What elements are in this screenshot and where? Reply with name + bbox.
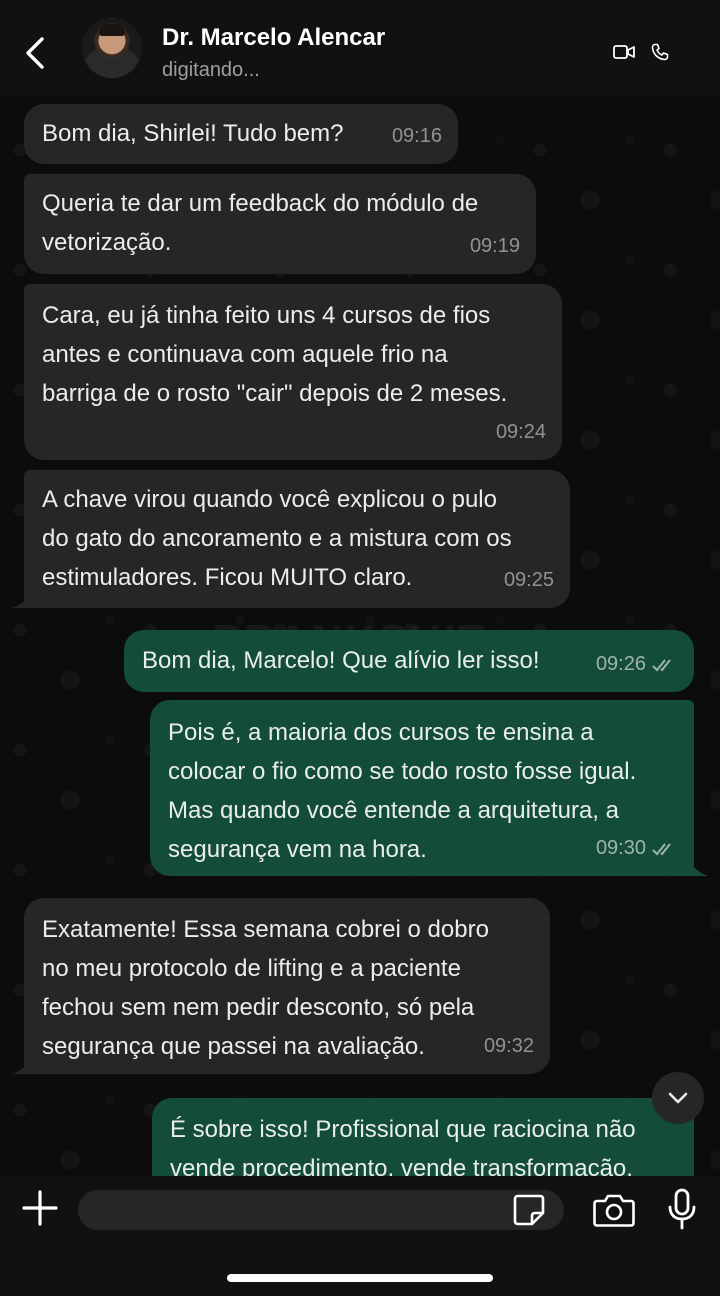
plus-icon[interactable] [22, 1190, 58, 1226]
message-input[interactable] [78, 1190, 564, 1230]
message-time: 09:25 [503, 569, 554, 591]
message-meta: 09:24 [496, 413, 546, 452]
home-indicator [227, 1274, 493, 1282]
message-meta: 09:30 [596, 829, 678, 868]
bubble-tail [12, 1058, 32, 1074]
message-text: Cara, eu já tinha feito uns 4 cursos de … [42, 302, 508, 407]
bubble-tail [688, 860, 708, 876]
camera-icon[interactable] [593, 1192, 635, 1228]
video-call-icon[interactable] [613, 44, 635, 60]
message-text: Queria te dar um feedback do módulo de v… [42, 190, 479, 256]
message-meta: 09:25 [504, 561, 554, 600]
message-bubble-incoming: Queria te dar um feedback do módulo de v… [24, 174, 536, 274]
bubble-tail [12, 592, 32, 608]
message-time: 09:26 [595, 653, 646, 675]
message-bubble-outgoing: Bom dia, Marcelo! Que alívio ler isso! 0… [124, 630, 694, 692]
back-chevron-icon[interactable] [22, 36, 50, 70]
contact-name[interactable]: Dr. Marcelo Alencar [162, 24, 385, 52]
chevron-down-icon [668, 1092, 688, 1104]
message-text: Bom dia, Shirlei! Tudo bem? [42, 120, 344, 147]
phone-icon[interactable] [651, 43, 669, 61]
chat-header: Dr. Marcelo Alencar digitando... [0, 0, 720, 96]
message-text: A chave virou quando você explicou o pul… [42, 486, 512, 591]
scroll-to-bottom-button[interactable] [652, 1072, 704, 1124]
message-bubble-incoming: Bom dia, Shirlei! Tudo bem? 09:16 [24, 104, 458, 164]
message-meta: 09:32 [484, 1027, 534, 1066]
message-meta: 09:19 [470, 227, 520, 266]
message-bubble-incoming: A chave virou quando você explicou o pul… [24, 470, 570, 608]
double-check-icon [652, 842, 671, 855]
message-bubble-incoming: Cara, eu já tinha feito uns 4 cursos de … [24, 284, 562, 460]
message-meta: 09:16 [392, 117, 442, 156]
contact-status: digitando... [162, 59, 260, 81]
message-time: 09:16 [391, 125, 442, 147]
avatar[interactable] [82, 18, 142, 78]
message-meta: 09:26 [596, 645, 678, 684]
message-bubble-outgoing: Pois é, a maioria dos cursos te ensina a… [150, 700, 694, 876]
message-time: 09:30 [595, 837, 646, 859]
message-time: 09:19 [469, 235, 520, 257]
sticker-icon[interactable] [512, 1193, 546, 1227]
message-bubble-incoming: Exatamente! Essa semana cobrei o dobro n… [24, 898, 550, 1074]
double-check-icon [652, 658, 671, 671]
message-text: Exatamente! Essa semana cobrei o dobro n… [42, 916, 489, 1060]
microphone-icon[interactable] [666, 1188, 698, 1230]
message-time: 09:24 [495, 421, 546, 443]
message-time: 09:32 [483, 1035, 534, 1057]
